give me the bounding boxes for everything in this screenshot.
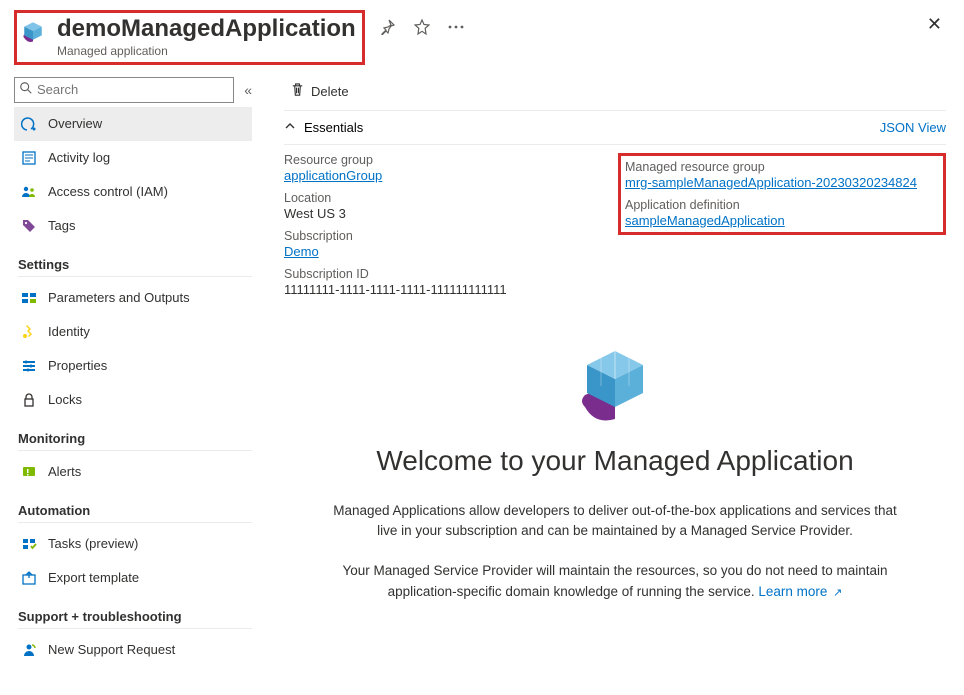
delete-label: Delete — [311, 84, 349, 99]
nav-label: Properties — [48, 358, 107, 373]
nav-icon — [20, 217, 38, 235]
header-title-block: demoManagedApplication Managed applicati… — [14, 10, 365, 65]
essentials-label: Resource group — [284, 153, 598, 167]
sidebar-section-automation: Automation — [18, 503, 252, 523]
nav-icon — [20, 149, 38, 167]
nav-label: Tags — [48, 218, 75, 233]
delete-button[interactable]: Delete — [284, 78, 355, 104]
essentials-link[interactable]: mrg-sampleManagedApplication-20230320234… — [625, 175, 939, 190]
pin-button[interactable] — [377, 16, 399, 38]
sidebar: « Overview Activity log Access control (IA… — [0, 73, 260, 695]
nav-icon — [20, 569, 38, 587]
sidebar-item-alerts[interactable]: Alerts — [14, 455, 252, 489]
close-button[interactable]: ✕ — [927, 14, 942, 35]
essentials-toggle[interactable]: Essentials — [284, 120, 363, 135]
essentials-link[interactable]: Demo — [284, 244, 598, 259]
nav-icon — [20, 641, 38, 659]
toolbar: Delete — [284, 73, 946, 111]
favorite-button[interactable] — [411, 16, 433, 38]
nav-icon — [20, 115, 38, 133]
nav-label: Parameters and Outputs — [48, 290, 190, 305]
essentials-item: SubscriptionDemo — [284, 229, 598, 259]
sidebar-item-tags[interactable]: Tags — [14, 209, 252, 243]
nav-icon — [20, 183, 38, 201]
main-content: Delete Essentials JSON View Resource gro… — [260, 73, 964, 695]
essentials-left-column: Resource groupapplicationGroup LocationWe… — [284, 153, 598, 297]
nav-icon — [20, 463, 38, 481]
learn-more-link[interactable]: Learn more ↗ — [758, 584, 842, 599]
resource-type-label: Managed application — [57, 44, 356, 58]
more-button[interactable] — [445, 16, 467, 38]
nav-label: Alerts — [48, 464, 81, 479]
essentials-item: Resource groupapplicationGroup — [284, 153, 598, 183]
essentials-right-column: Managed resource groupmrg-sampleManagedA… — [618, 153, 946, 235]
nav-label: Identity — [48, 324, 90, 339]
sidebar-section-settings: Settings — [18, 257, 252, 277]
essentials-item: Subscription ID11111111-1111-1111-1111-1… — [284, 267, 598, 297]
page-title: demoManagedApplication — [57, 15, 356, 44]
managed-app-icon — [19, 17, 47, 45]
sidebar-item-export-template[interactable]: Export template — [14, 561, 252, 595]
nav-icon — [20, 535, 38, 553]
sidebar-item-identity[interactable]: Identity — [14, 315, 252, 349]
essentials-value: 11111111-1111-1111-1111-111111111111 — [284, 282, 598, 297]
external-link-icon: ↗ — [833, 587, 842, 599]
sidebar-item-overview[interactable]: Overview — [14, 107, 252, 141]
sidebar-item-locks[interactable]: Locks — [14, 383, 252, 417]
nav-label: Overview — [48, 116, 102, 131]
nav-icon — [20, 289, 38, 307]
essentials-label: Subscription — [284, 229, 598, 243]
essentials-label: Managed resource group — [625, 160, 939, 174]
search-box[interactable] — [14, 77, 234, 103]
essentials-item: Managed resource groupmrg-sampleManagedA… — [625, 160, 939, 190]
essentials-label: Location — [284, 191, 598, 205]
sidebar-section-monitoring: Monitoring — [18, 431, 252, 451]
essentials-item: LocationWest US 3 — [284, 191, 598, 221]
page-header: demoManagedApplication Managed applicati… — [0, 0, 964, 73]
essentials-label: Application definition — [625, 198, 939, 212]
sidebar-item-access-control-iam-[interactable]: Access control (IAM) — [14, 175, 252, 209]
sidebar-item-activity-log[interactable]: Activity log — [14, 141, 252, 175]
essentials-link[interactable]: sampleManagedApplication — [625, 213, 939, 228]
managed-app-large-icon — [571, 341, 659, 429]
sidebar-item-parameters-and-outputs[interactable]: Parameters and Outputs — [14, 281, 252, 315]
sidebar-item-new-support-request[interactable]: New Support Request — [14, 633, 252, 667]
nav-label: Access control (IAM) — [48, 184, 168, 199]
sidebar-section-support-troubleshooting: Support + troubleshooting — [18, 609, 252, 629]
nav-label: Locks — [48, 392, 82, 407]
nav-label: New Support Request — [48, 642, 175, 657]
nav-label: Tasks (preview) — [48, 536, 138, 551]
sidebar-item-tasks-preview-[interactable]: Tasks (preview) — [14, 527, 252, 561]
essentials-link[interactable]: applicationGroup — [284, 168, 598, 183]
nav-icon — [20, 391, 38, 409]
nav-icon — [20, 323, 38, 341]
chevron-up-icon — [284, 120, 296, 135]
welcome-paragraph-2: Your Managed Service Provider will maint… — [324, 561, 906, 602]
search-input[interactable] — [37, 78, 229, 102]
essentials-value: West US 3 — [284, 206, 598, 221]
essentials-label: Subscription ID — [284, 267, 598, 281]
welcome-paragraph-1: Managed Applications allow developers to… — [324, 501, 906, 542]
search-icon — [19, 81, 33, 98]
essentials-label: Essentials — [304, 120, 363, 135]
nav-label: Activity log — [48, 150, 110, 165]
collapse-sidebar-button[interactable]: « — [244, 82, 252, 98]
trash-icon — [290, 82, 305, 100]
sidebar-item-properties[interactable]: Properties — [14, 349, 252, 383]
welcome-title: Welcome to your Managed Application — [324, 445, 906, 477]
json-view-link[interactable]: JSON View — [880, 120, 946, 135]
essentials-item: Application definitionsampleManagedAppli… — [625, 198, 939, 228]
nav-label: Export template — [48, 570, 139, 585]
nav-icon — [20, 357, 38, 375]
